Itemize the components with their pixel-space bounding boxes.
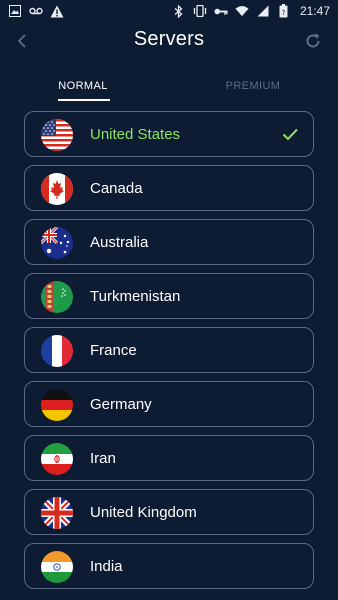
- server-list: United States Canada Australia Turkmenis…: [24, 111, 314, 597]
- active-tab-indicator: [58, 99, 110, 101]
- warning-icon: [50, 4, 64, 18]
- server-item-iran[interactable]: Iran: [24, 435, 314, 481]
- server-item-germany[interactable]: Germany: [24, 381, 314, 427]
- page-title: Servers: [133, 28, 205, 50]
- tab-normal[interactable]: NORMAL: [56, 70, 110, 102]
- server-item-australia[interactable]: Australia: [24, 219, 314, 265]
- voicemail-icon: [29, 4, 43, 18]
- key-icon: [214, 4, 228, 18]
- gb-flag-icon: [41, 497, 73, 529]
- battery-icon: ?: [277, 4, 291, 18]
- server-name: Turkmenistan: [90, 288, 181, 305]
- de-flag-icon: [41, 389, 73, 421]
- wifi-icon: [235, 4, 249, 18]
- bluetooth-icon: [172, 4, 186, 18]
- server-name: France: [90, 342, 137, 359]
- us-flag-icon: [41, 119, 73, 151]
- server-item-canada[interactable]: Canada: [24, 165, 314, 211]
- server-name: India: [90, 558, 123, 575]
- server-item-india[interactable]: India: [24, 543, 314, 589]
- ca-flag-icon: [41, 173, 73, 205]
- top-app-bar: Servers: [0, 22, 338, 62]
- fr-flag-icon: [41, 335, 73, 367]
- server-name: United Kingdom: [90, 504, 197, 521]
- server-name: Germany: [90, 396, 152, 413]
- server-name: Iran: [90, 450, 116, 467]
- server-item-united-states[interactable]: United States: [24, 111, 314, 157]
- status-bar: ? 21:47: [0, 0, 338, 22]
- tm-flag-icon: [41, 281, 73, 313]
- vibrate-icon: [193, 4, 207, 18]
- tab-premium[interactable]: PREMIUM: [222, 70, 284, 102]
- refresh-button[interactable]: [302, 30, 324, 52]
- au-flag-icon: [41, 227, 73, 259]
- server-item-united-kingdom[interactable]: United Kingdom: [24, 489, 314, 535]
- refresh-icon: [306, 33, 320, 48]
- ir-flag-icon: [41, 443, 73, 475]
- server-item-turkmenistan[interactable]: Turkmenistan: [24, 273, 314, 319]
- server-item-france[interactable]: France: [24, 327, 314, 373]
- image-notification-icon: [8, 4, 22, 18]
- clock: 21:47: [299, 4, 330, 18]
- checkmark-icon: [281, 125, 299, 143]
- server-name: Canada: [90, 180, 143, 197]
- cell-signal-icon: [256, 4, 270, 18]
- server-name: Australia: [90, 234, 149, 251]
- server-tabs: NORMAL PREMIUM: [0, 70, 338, 104]
- svg-text:?: ?: [282, 9, 286, 17]
- server-name: United States: [90, 126, 181, 143]
- in-flag-icon: [41, 551, 73, 583]
